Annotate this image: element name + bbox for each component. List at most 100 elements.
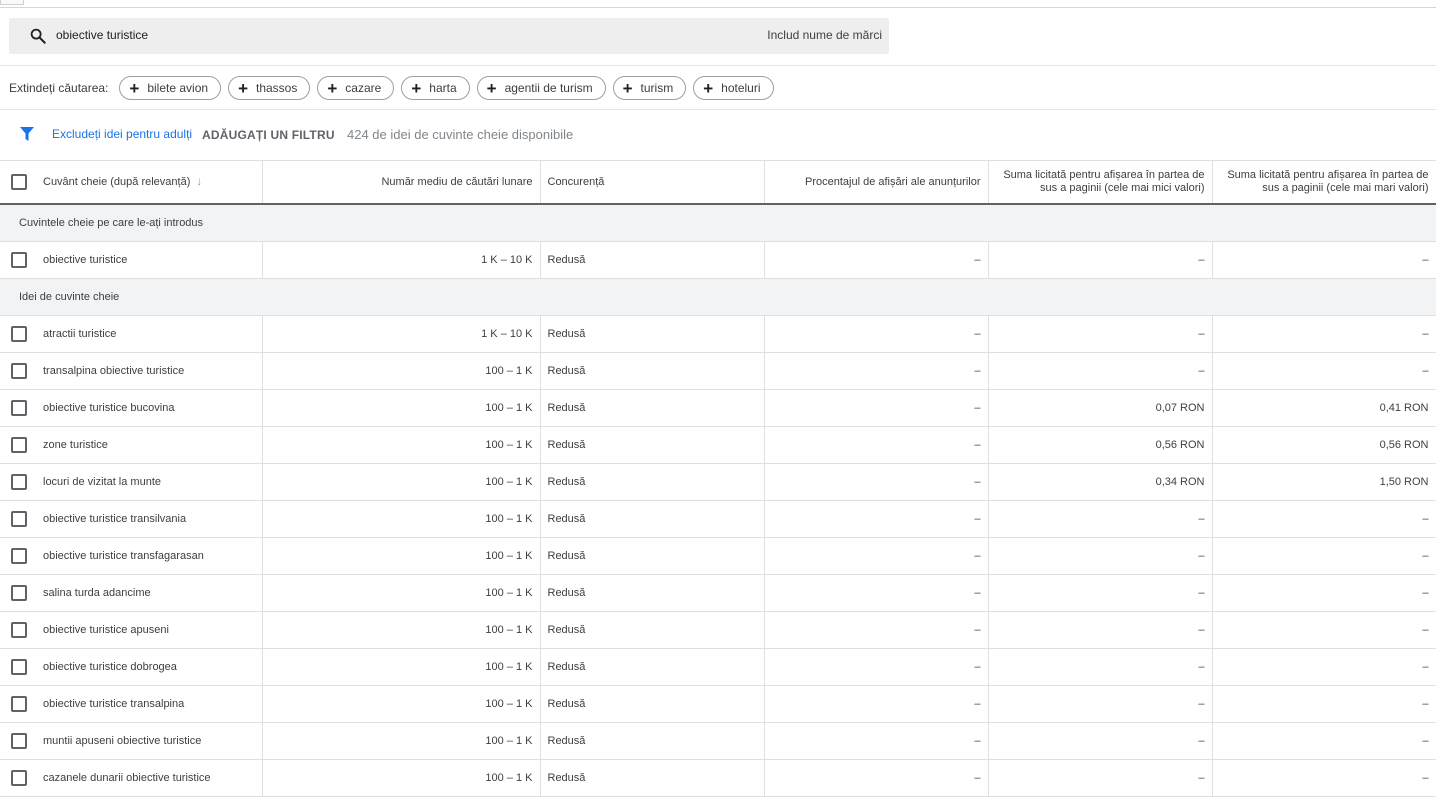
bid-low-cell-text: – xyxy=(1198,587,1205,599)
table-row[interactable]: muntii apuseni obiective turistice 100 – … xyxy=(0,722,1436,760)
bid-high-cell: – xyxy=(1212,500,1436,538)
plus-icon: + xyxy=(238,78,248,98)
table-row[interactable]: transalpina obiective turistice 100 – 1 K… xyxy=(0,352,1436,390)
filter-icon[interactable] xyxy=(19,126,35,142)
row-checkbox[interactable] xyxy=(11,252,27,268)
table-row[interactable]: zone turistice 100 – 1 K Redusă – 0,56 RON 0,… xyxy=(0,426,1436,464)
plus-icon: + xyxy=(129,78,140,98)
bid-low-cell-text: – xyxy=(1198,365,1205,377)
table-row[interactable]: obiective turistice 1 K – 10 K Redusă – – – xyxy=(0,241,1436,279)
table-row[interactable]: obiective turistice transilvania 100 – 1 … xyxy=(0,500,1436,538)
searches-cell: 100 – 1 K xyxy=(262,574,541,612)
searches-cell: 100 – 1 K xyxy=(262,426,541,464)
expand-chip[interactable]: + bilete avion xyxy=(119,76,222,100)
search-bar[interactable]: obiective turistice Includ nume de mărci xyxy=(9,18,889,54)
row-checkbox[interactable] xyxy=(11,326,27,342)
competition-header[interactable]: Concurență xyxy=(540,160,765,205)
add-filter-button[interactable]: ADĂUGAȚI UN FILTRU xyxy=(202,128,335,142)
competition-cell: Redusă xyxy=(540,315,765,353)
row-checkbox[interactable] xyxy=(11,548,27,564)
searches-cell-text: 100 – 1 K xyxy=(485,476,533,488)
table-row[interactable]: locuri de vizitat la munte 100 – 1 K Redus… xyxy=(0,463,1436,501)
search-input[interactable]: obiective turistice xyxy=(56,28,148,42)
table-row[interactable]: obiective turistice apuseni 100 – 1 K Redu… xyxy=(0,611,1436,649)
select-all-checkbox[interactable] xyxy=(11,174,27,190)
table-row[interactable]: atractii turistice 1 K – 10 K Redusă – – – xyxy=(0,315,1436,353)
row-checkbox[interactable] xyxy=(11,511,27,527)
competition-cell-text: Redusă xyxy=(547,254,586,266)
table-row[interactable]: cazanele dunarii obiective turistice 100 … xyxy=(0,759,1436,797)
bid-low-cell: – xyxy=(988,500,1213,538)
expand-chip[interactable]: + cazare xyxy=(317,76,395,100)
impression-share-cell: – xyxy=(764,426,989,464)
keyword-cell: locuri de vizitat la munte xyxy=(0,463,263,501)
include-brands-toggle[interactable]: Includ nume de mărci xyxy=(767,28,882,42)
competition-cell-text: Redusă xyxy=(547,587,586,599)
bid-high-cell-text: – xyxy=(1422,772,1429,784)
table-row[interactable]: obiective turistice bucovina 100 – 1 K Red… xyxy=(0,389,1436,427)
keyword-cell: obiective turistice transalpina xyxy=(0,685,263,723)
top-strip xyxy=(0,0,1436,8)
plus-icon: + xyxy=(486,78,497,98)
expand-chip[interactable]: + turism xyxy=(612,76,687,100)
exclude-adult-ideas-link[interactable]: Excludeți idei pentru adulți xyxy=(52,127,192,141)
searches-cell: 100 – 1 K xyxy=(262,685,541,723)
impression-share-cell: – xyxy=(764,389,989,427)
expand-chip[interactable]: + harta xyxy=(401,76,470,100)
bid-low-cell-text: – xyxy=(1198,735,1205,747)
table-row[interactable]: obiective turistice dobrogea 100 – 1 K Red… xyxy=(0,648,1436,686)
searches-cell-text: 100 – 1 K xyxy=(485,735,533,747)
bid-high-cell: – xyxy=(1212,759,1436,797)
table-row[interactable]: salina turda adancime 100 – 1 K Redusă – – – xyxy=(0,574,1436,612)
chip-label: agentii de turism xyxy=(504,81,593,95)
bid-high-cell-text: 0,56 RON xyxy=(1379,439,1429,451)
plus-icon: + xyxy=(327,78,338,98)
keyword-cell: cazanele dunarii obiective turistice xyxy=(0,759,263,797)
sort-arrow-icon[interactable]: ↓ xyxy=(196,174,202,188)
bid-high-cell: 0,56 RON xyxy=(1212,426,1436,464)
searches-cell: 100 – 1 K xyxy=(262,463,541,501)
row-checkbox[interactable] xyxy=(11,659,27,675)
table-row[interactable]: obiective turistice transalpina 100 – 1 K… xyxy=(0,685,1436,723)
bid-high-header[interactable]: Suma licitată pentru afișarea în partea … xyxy=(1212,160,1436,205)
row-checkbox[interactable] xyxy=(11,363,27,379)
competition-cell: Redusă xyxy=(540,759,765,797)
row-checkbox[interactable] xyxy=(11,585,27,601)
keyword-column-header[interactable]: Cuvânt cheie (după relevanță) ↓ xyxy=(0,160,263,205)
keyword-cell: obiective turistice apuseni xyxy=(0,611,263,649)
bid-low-cell-text: – xyxy=(1198,513,1205,525)
bid-high-cell-text: 0,41 RON xyxy=(1379,402,1429,414)
row-checkbox[interactable] xyxy=(11,733,27,749)
row-checkbox[interactable] xyxy=(11,437,27,453)
searches-cell: 100 – 1 K xyxy=(262,352,541,390)
tab-stub[interactable] xyxy=(0,0,24,5)
row-checkbox[interactable] xyxy=(11,770,27,786)
expand-chip[interactable]: + agentii de turism xyxy=(476,76,606,100)
impression-share-cell: – xyxy=(764,352,989,390)
impression-share-cell-text: – xyxy=(974,587,981,599)
competition-cell: Redusă xyxy=(540,389,765,427)
bid-high-cell-text: 1,50 RON xyxy=(1379,476,1429,488)
table-row[interactable]: obiective turistice transfagarasan 100 – … xyxy=(0,537,1436,575)
keyword-cell-text: obiective turistice apuseni xyxy=(43,623,169,636)
bid-low-cell-text: – xyxy=(1198,550,1205,562)
searches-cell: 100 – 1 K xyxy=(262,648,541,686)
expand-chip[interactable]: + thassos xyxy=(228,76,311,100)
bid-high-cell-text: – xyxy=(1422,661,1429,673)
divider xyxy=(0,65,1436,66)
row-checkbox[interactable] xyxy=(11,400,27,416)
row-checkbox[interactable] xyxy=(11,474,27,490)
row-checkbox[interactable] xyxy=(11,622,27,638)
bid-low-header[interactable]: Suma licitată pentru afișarea în partea … xyxy=(988,160,1213,205)
row-checkbox[interactable] xyxy=(11,696,27,712)
impression-share-cell-text: – xyxy=(974,328,981,340)
bid-low-cell: – xyxy=(988,722,1213,760)
bid-high-cell: – xyxy=(1212,722,1436,760)
impression-share-header[interactable]: Procentajul de afișări ale anunțurilor xyxy=(764,160,989,205)
impression-share-cell-text: – xyxy=(974,513,981,525)
expand-chip[interactable]: + hoteluri xyxy=(693,76,774,100)
bid-high-cell-text: – xyxy=(1422,365,1429,377)
keyword-cell: muntii apuseni obiective turistice xyxy=(0,722,263,760)
avg-searches-header[interactable]: Număr mediu de căutări lunare xyxy=(262,160,541,205)
bid-low-cell-text: – xyxy=(1198,328,1205,340)
